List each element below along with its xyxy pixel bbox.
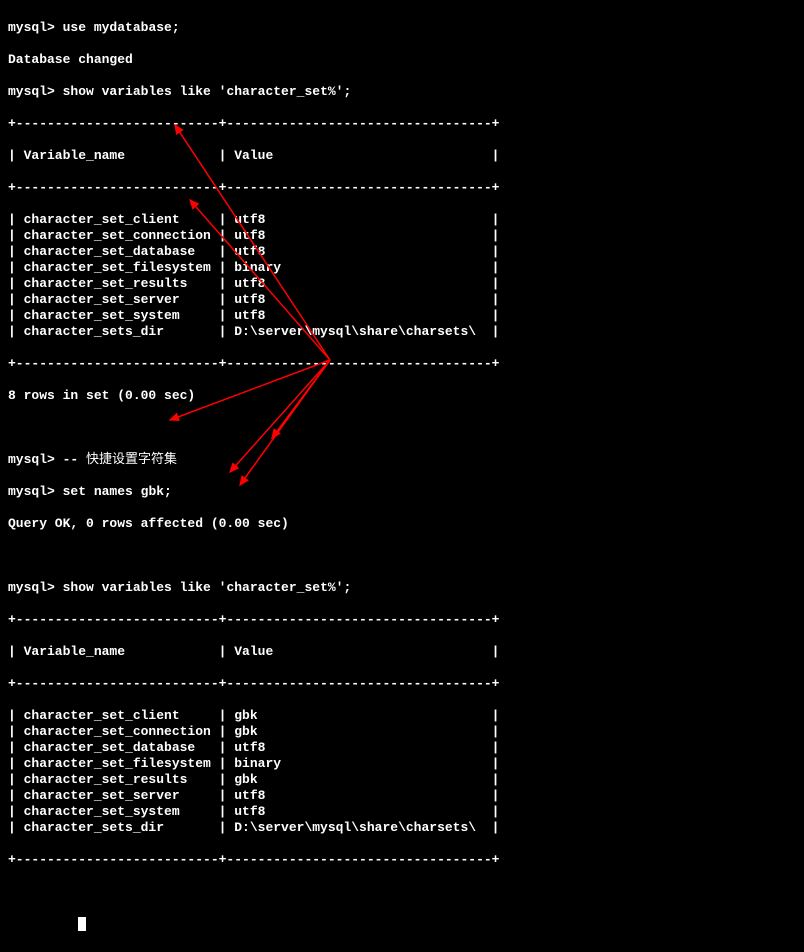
cmd-line[interactable]: mysql> show variables like 'character_se… bbox=[8, 580, 796, 596]
cmd-line[interactable]: mysql> show variables like 'character_se… bbox=[8, 84, 796, 100]
cursor-line[interactable] bbox=[8, 916, 796, 932]
cmd-line[interactable]: mysql> -- 快捷设置字符集 bbox=[8, 452, 796, 468]
table-row: | character_sets_dir | D:\server\mysql\s… bbox=[8, 324, 796, 340]
table-row: | character_set_filesystem | binary | bbox=[8, 756, 796, 772]
status-line: 8 rows in set (0.00 sec) bbox=[8, 388, 796, 404]
table-header: | Variable_name | Value | bbox=[8, 644, 796, 660]
table-border: +--------------------------+------------… bbox=[8, 180, 796, 196]
table-border: +--------------------------+------------… bbox=[8, 116, 796, 132]
table-row: | character_set_connection | utf8 | bbox=[8, 228, 796, 244]
cmd-line[interactable]: mysql> use mydatabase; bbox=[8, 20, 796, 36]
table-border: +--------------------------+------------… bbox=[8, 852, 796, 868]
table-row: | character_set_connection | gbk | bbox=[8, 724, 796, 740]
status-line: Database changed bbox=[8, 52, 796, 68]
status-line: Query OK, 0 rows affected (0.00 sec) bbox=[8, 516, 796, 532]
terminal-output: mysql> use mydatabase; Database changed … bbox=[0, 0, 804, 952]
table-row: | character_set_filesystem | binary | bbox=[8, 260, 796, 276]
table-row: | character_set_results | utf8 | bbox=[8, 276, 796, 292]
table-row: | character_set_server | utf8 | bbox=[8, 788, 796, 804]
table-row: | character_set_client | gbk | bbox=[8, 708, 796, 724]
cmd-line[interactable]: mysql> set names gbk; bbox=[8, 484, 796, 500]
table-row: | character_set_client | utf8 | bbox=[8, 212, 796, 228]
table-row: | character_set_system | utf8 | bbox=[8, 804, 796, 820]
table-border: +--------------------------+------------… bbox=[8, 356, 796, 372]
table-row: | character_set_database | utf8 | bbox=[8, 740, 796, 756]
table-row: | character_set_database | utf8 | bbox=[8, 244, 796, 260]
table-row: | character_sets_dir | D:\server\mysql\s… bbox=[8, 820, 796, 836]
cursor-icon bbox=[78, 917, 86, 931]
table-border: +--------------------------+------------… bbox=[8, 676, 796, 692]
table-row: | character_set_results | gbk | bbox=[8, 772, 796, 788]
table-border: +--------------------------+------------… bbox=[8, 612, 796, 628]
table-header: | Variable_name | Value | bbox=[8, 148, 796, 164]
table-row: | character_set_system | utf8 | bbox=[8, 308, 796, 324]
table-row: | character_set_server | utf8 | bbox=[8, 292, 796, 308]
